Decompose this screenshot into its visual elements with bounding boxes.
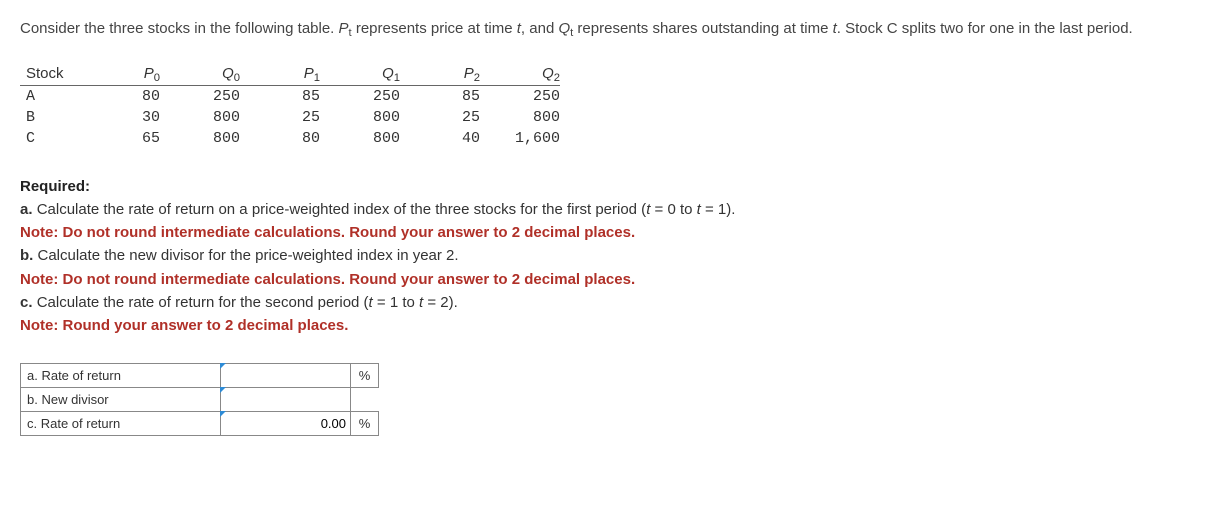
col-q1: Q1: [320, 63, 400, 86]
cell-p2: 25: [400, 107, 480, 128]
item-label: a.: [20, 201, 37, 218]
item-text: = 0 to: [650, 201, 696, 218]
table-header-row: Stock P0 Q0 P1 Q1 P2 Q2: [20, 63, 560, 86]
cell-p1: 25: [240, 107, 320, 128]
table-row: A 80 250 85 250 85 250: [20, 85, 560, 107]
cell-q2: 1,600: [480, 128, 560, 149]
answer-label-b: b. New divisor: [21, 388, 221, 412]
required-header: Required:: [20, 175, 1211, 198]
cell-p0: 30: [80, 107, 160, 128]
note-c: Note: Round your answer to 2 decimal pla…: [20, 314, 1211, 337]
item-text: = 1 to: [373, 294, 419, 311]
col-p0: P0: [80, 63, 160, 86]
new-divisor-input[interactable]: [225, 392, 346, 407]
col-p1: P1: [240, 63, 320, 86]
intro-text: represents shares outstanding at time: [573, 20, 832, 37]
required-item-b: b. Calculate the new divisor for the pri…: [20, 244, 1211, 267]
cell-p0: 80: [80, 85, 160, 107]
col-q0: Q0: [160, 63, 240, 86]
cell-p1: 80: [240, 128, 320, 149]
intro-text: Consider the three stocks in the followi…: [20, 20, 339, 37]
item-label: c.: [20, 294, 37, 311]
cell-q1: 800: [320, 107, 400, 128]
table-row: B 30 800 25 800 25 800: [20, 107, 560, 128]
cell-p2: 85: [400, 85, 480, 107]
cell-q0: 250: [160, 85, 240, 107]
cell-p0: 65: [80, 128, 160, 149]
required-block: Required: a. Calculate the rate of retur…: [20, 175, 1211, 338]
answer-input-cell-a[interactable]: [221, 364, 351, 388]
answer-table: a. Rate of return % b. New divisor c. Ra…: [20, 363, 379, 436]
cell-q2: 250: [480, 85, 560, 107]
item-text: Calculate the rate of return on a price-…: [37, 201, 647, 218]
cell-q0: 800: [160, 107, 240, 128]
note-a: Note: Do not round intermediate calculat…: [20, 221, 1211, 244]
cell-stock: A: [20, 85, 80, 107]
answer-label-c: c. Rate of return: [21, 412, 221, 436]
required-item-a: a. Calculate the rate of return on a pri…: [20, 198, 1211, 221]
cell-p1: 85: [240, 85, 320, 107]
col-q2: Q2: [480, 63, 560, 86]
answer-row-b: b. New divisor: [21, 388, 379, 412]
note-b: Note: Do not round intermediate calculat…: [20, 268, 1211, 291]
q-sub: t: [570, 27, 573, 39]
p-var: P: [339, 20, 349, 37]
unit-percent: %: [351, 364, 379, 388]
cell-q1: 800: [320, 128, 400, 149]
item-text: Calculate the new divisor for the price-…: [38, 247, 459, 264]
unit-percent: %: [351, 412, 379, 436]
intro-text: . Stock C splits two for one in the last…: [837, 20, 1133, 37]
stock-data-table: Stock P0 Q0 P1 Q1 P2 Q2 A 80 250 85 250 …: [20, 63, 560, 149]
problem-intro: Consider the three stocks in the followi…: [20, 18, 1211, 41]
intro-text: represents price at time: [352, 20, 517, 37]
cell-q1: 250: [320, 85, 400, 107]
item-text: = 1).: [701, 201, 736, 218]
unit-empty: [351, 388, 379, 412]
q-var: Q: [558, 20, 570, 37]
intro-text: , and: [521, 20, 559, 37]
answer-input-cell-b[interactable]: [221, 388, 351, 412]
item-text: Calculate the rate of return for the sec…: [37, 294, 369, 311]
answer-row-c: c. Rate of return %: [21, 412, 379, 436]
rate-of-return-c-input[interactable]: [225, 416, 346, 431]
required-item-c: c. Calculate the rate of return for the …: [20, 291, 1211, 314]
cell-stock: B: [20, 107, 80, 128]
answer-row-a: a. Rate of return %: [21, 364, 379, 388]
item-label: b.: [20, 247, 38, 264]
rate-of-return-a-input[interactable]: [225, 368, 346, 383]
col-p2: P2: [400, 63, 480, 86]
answer-input-cell-c[interactable]: [221, 412, 351, 436]
item-text: = 2).: [423, 294, 458, 311]
cell-stock: C: [20, 128, 80, 149]
cell-p2: 40: [400, 128, 480, 149]
col-stock: Stock: [20, 63, 80, 86]
table-row: C 65 800 80 800 40 1,600: [20, 128, 560, 149]
answer-label-a: a. Rate of return: [21, 364, 221, 388]
cell-q2: 800: [480, 107, 560, 128]
p-sub: t: [349, 27, 352, 39]
cell-q0: 800: [160, 128, 240, 149]
